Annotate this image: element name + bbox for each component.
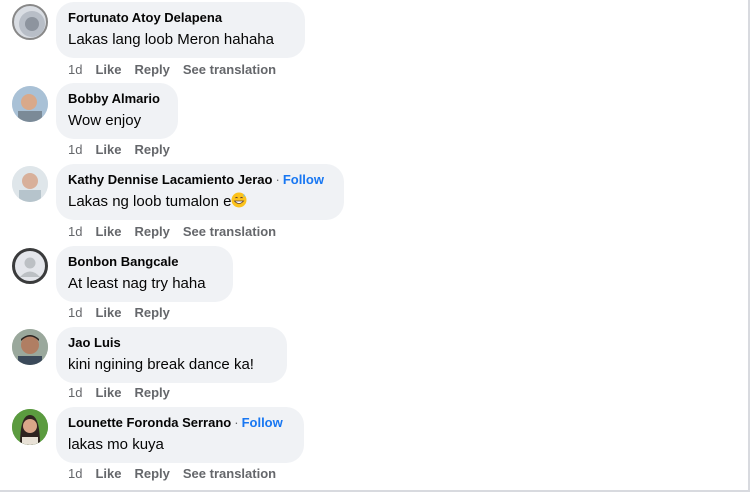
avatar[interactable] (12, 166, 48, 202)
reply-button[interactable]: Reply (134, 62, 169, 77)
commenter-name-link[interactable]: Lounette Foronda Serrano (68, 415, 231, 430)
comment-actions: 1d Like Reply See translation (68, 224, 289, 240)
comment-actions: 1d Like Reply See translation (68, 466, 289, 482)
comment-actions: 1d Like Reply (68, 142, 183, 158)
comment-time[interactable]: 1d (68, 62, 82, 77)
avatar[interactable] (12, 4, 48, 40)
grinning-sweat-emoji-icon (231, 192, 247, 208)
follow-button[interactable]: Follow (283, 172, 324, 187)
comment-time[interactable]: 1d (68, 142, 82, 157)
see-translation-button[interactable]: See translation (183, 466, 276, 481)
like-button[interactable]: Like (95, 466, 121, 481)
reply-button[interactable]: Reply (134, 224, 169, 239)
comment-bubble: Bonbon Bangcale At least nag try haha (56, 246, 233, 302)
comment-actions: 1d Like Reply (68, 305, 183, 321)
comment-text: At least nag try haha (68, 275, 206, 292)
commenter-name[interactable]: Fortunato Atoy Delapena (68, 10, 293, 26)
comment-actions: 1d Like Reply (68, 385, 183, 401)
comment-text: kini ngining break dance ka! (68, 356, 254, 373)
avatar[interactable] (12, 86, 48, 122)
reply-button[interactable]: Reply (134, 305, 169, 320)
comment-bubble: Lounette Foronda Serrano · Follow lakas mo… (56, 407, 304, 463)
follow-button[interactable]: Follow (242, 415, 283, 430)
reply-button[interactable]: Reply (134, 466, 169, 481)
comment-time[interactable]: 1d (68, 305, 82, 320)
commenter-name[interactable]: Jao Luis (68, 335, 275, 351)
see-translation-button[interactable]: See translation (183, 224, 276, 239)
like-button[interactable]: Like (95, 142, 121, 157)
commenter-name: Kathy Dennise Lacamiento Jerao · Follow (68, 172, 332, 188)
like-button[interactable]: Like (95, 385, 121, 400)
commenter-name-link[interactable]: Kathy Dennise Lacamiento Jerao (68, 172, 272, 187)
commenter-name[interactable]: Bonbon Bangcale (68, 254, 221, 270)
separator-dot: · (275, 172, 280, 187)
comment-time[interactable]: 1d (68, 224, 82, 239)
like-button[interactable]: Like (95, 62, 121, 77)
comment-bubble: Bobby Almario Wow enjoy (56, 83, 178, 139)
comment-time[interactable]: 1d (68, 385, 82, 400)
avatar[interactable] (12, 248, 48, 284)
separator-dot: · (234, 415, 239, 430)
comment-text-body: Lakas ng loob tumalon e (68, 193, 232, 210)
reply-button[interactable]: Reply (134, 385, 169, 400)
see-translation-button[interactable]: See translation (183, 62, 276, 77)
comment-text: Lakas lang loob Meron hahaha (68, 31, 274, 48)
commenter-name[interactable]: Bobby Almario (68, 91, 166, 107)
comment-bubble: Kathy Dennise Lacamiento Jerao · Follow La… (56, 164, 344, 220)
like-button[interactable]: Like (95, 224, 121, 239)
comment-bubble: Jao Luis kini ngining break dance ka! (56, 327, 287, 383)
reply-button[interactable]: Reply (134, 142, 169, 157)
avatar[interactable] (12, 409, 48, 445)
comment-text: Wow enjoy (68, 112, 142, 129)
comment-text: Lakas ng loob tumalon e (68, 192, 332, 212)
comment-time[interactable]: 1d (68, 466, 82, 481)
comment-text: lakas mo kuya (68, 436, 164, 453)
like-button[interactable]: Like (95, 305, 121, 320)
comment-bubble: Fortunato Atoy Delapena Lakas lang loob … (56, 2, 305, 58)
commenter-name: Lounette Foronda Serrano · Follow (68, 415, 292, 431)
avatar[interactable] (12, 329, 48, 365)
comment-actions: 1d Like Reply See translation (68, 62, 289, 78)
